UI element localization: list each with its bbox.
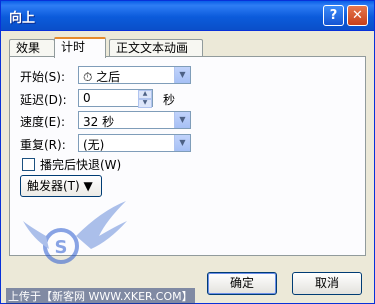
delay-label: 延迟(D): [20, 93, 67, 107]
repeat-value: (无) [83, 138, 105, 152]
help-button[interactable]: ? [323, 5, 344, 26]
spin-up-icon[interactable]: ▲ [138, 90, 152, 99]
tab-text-animation[interactable]: 正文文本动画 [109, 39, 203, 57]
chevron-down-icon[interactable]: ▼ [174, 135, 190, 151]
start-dropdown[interactable]: ⏱ 之后 ▼ [78, 66, 191, 84]
repeat-label: 重复(R): [20, 138, 66, 152]
speed-value: 32 秒 [83, 115, 115, 129]
tab-label: 效果 [16, 41, 41, 55]
ok-label: 确定 [229, 276, 254, 290]
delay-value: 0 [83, 91, 91, 105]
start-value: ⏱ 之后 [83, 70, 121, 84]
repeat-dropdown[interactable]: (无) ▼ [78, 134, 191, 152]
tab-label: 正文文本动画 [116, 41, 189, 55]
cancel-button[interactable]: 取消 [292, 272, 362, 295]
start-label: 开始(S): [20, 70, 66, 84]
speed-dropdown[interactable]: 32 秒 ▼ [78, 111, 191, 129]
speed-label: 速度(E): [20, 115, 65, 129]
svg-text:S: S [55, 237, 68, 258]
window-title: 向上 [9, 11, 36, 26]
spin-buttons[interactable]: ▲ ▼ [138, 90, 152, 108]
tab-timing[interactable]: 计时 [54, 37, 106, 58]
watermark-credit: 上传于【新客网 WWW.XKER.COM】 [6, 288, 195, 304]
spin-down-icon[interactable]: ▼ [138, 99, 152, 108]
rewind-label: 播完后快退(W) [40, 158, 122, 172]
chevron-down-icon[interactable]: ▼ [174, 112, 190, 128]
close-button[interactable]: ✕ [347, 5, 368, 26]
watermark-logo: S [23, 201, 127, 264]
tab-label: 计时 [61, 40, 86, 54]
rewind-checkbox[interactable] [22, 158, 35, 171]
close-icon: ✕ [352, 8, 363, 23]
dialog-window: 向上 ? ✕ 效果 计时 正文文本动画 开始(S): ⏱ 之后 ▼ 延迟(D):… [0, 0, 375, 304]
cancel-label: 取消 [314, 276, 339, 290]
delay-unit: 秒 [163, 93, 176, 107]
delay-stepper[interactable]: 0 ▲ ▼ [78, 89, 153, 108]
help-icon: ? [329, 8, 338, 23]
title-bar[interactable]: 向上 ? ✕ [1, 1, 374, 31]
ok-button[interactable]: 确定 [207, 272, 277, 295]
chevron-down-icon[interactable]: ▼ [174, 67, 190, 83]
tab-effect[interactable]: 效果 [9, 39, 55, 57]
